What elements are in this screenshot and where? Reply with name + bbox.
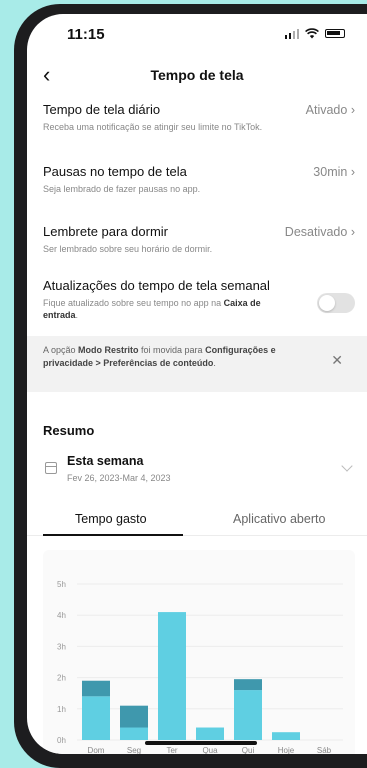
setting-screen-time-breaks[interactable]: Pausas no tempo de tela 30min › Seja lem… [43,164,355,195]
x-tick-label: Qui [242,746,255,754]
nav-bar: ‹ Tempo de tela [27,64,367,92]
setting-label: Pausas no tempo de tela [43,164,187,179]
setting-value: Desativado › [284,224,355,239]
y-tick-label: 0h [57,736,66,745]
y-tick-label: 3h [57,642,66,651]
signal-icon [284,28,299,39]
bar-segment [120,727,148,740]
notice-text: A opção Modo Restrito foi movida para Co… [43,345,276,368]
y-tick-label: 5h [57,580,66,589]
chevron-right-icon: › [350,224,355,239]
week-title: Esta semana [67,454,144,468]
screen: 11:15 ‹ Tempo de tela Tempo de tela diár… [27,14,367,754]
y-tick-label: 2h [57,674,66,683]
page-title: Tempo de tela [150,67,244,83]
weekly-updates-toggle[interactable] [317,293,355,313]
status-icons [284,28,345,39]
usage-chart-svg: 0h 1h 2h 3h 4h 5h Dom Seg Ter Qua Qui Hoje Sáb [57,580,343,754]
x-tick-label: Ter [166,746,177,754]
x-tick-label: Hoje [278,746,295,754]
tab-app-opened[interactable]: Aplicativo aberto [233,512,325,526]
x-tick-label: Qua [202,746,218,754]
chevron-right-icon: › [350,164,355,179]
setting-label: Tempo de tela diário [43,102,161,117]
status-bar: 11:15 [27,14,367,58]
week-range: Fev 26, 2023-Mar 4, 2023 [67,473,171,483]
setting-description: Ser lembrado sobre seu horário de dormir… [43,244,213,254]
setting-label: Atualizações do tempo de tela semanal [43,278,270,293]
x-tick-label: Dom [88,746,105,754]
y-tick-label: 1h [57,705,66,714]
setting-description: Receba uma notificação se atingir seu li… [43,122,263,132]
wifi-icon [305,28,319,39]
close-icon[interactable]: ✕ [331,352,343,369]
status-time: 11:15 [67,26,105,43]
setting-sleep-reminder[interactable]: Lembrete para dormir Desativado › Ser le… [43,224,355,255]
summary-title: Resumo [43,423,95,438]
bar-segment [272,732,300,740]
chevron-right-icon: › [350,102,355,117]
battery-icon [325,29,345,38]
y-tick-label: 4h [57,611,66,620]
setting-label: Lembrete para dormir [43,224,168,239]
setting-weekly-updates: Atualizações do tempo de tela semanal Fi… [43,278,355,321]
home-indicator [145,741,257,745]
x-tick-label: Seg [127,746,141,754]
setting-description: Seja lembrado de fazer pausas no app. [43,184,201,194]
setting-daily-screen-time[interactable]: Tempo de tela diário Ativado › Receba um… [43,102,355,133]
setting-value: 30min › [313,164,355,179]
bar-segment-top [120,705,148,728]
restricted-mode-notice: A opção Modo Restrito foi movida para Co… [27,336,367,392]
tab-time-spent[interactable]: Tempo gasto [75,512,147,526]
setting-description: Fique atualizado sobre seu tempo no app … [43,298,261,320]
bar-segment [234,690,262,740]
calendar-icon [45,462,57,474]
bar-segment-top [82,680,110,697]
summary-tabs: Tempo gasto Aplicativo aberto [27,506,367,536]
bar-segment [82,696,110,740]
usage-chart: 0h 1h 2h 3h 4h 5h Dom Seg Ter Qua Qui Hoje Sáb [43,550,355,754]
week-selector[interactable]: Esta semana Fev 26, 2023-Mar 4, 2023 [43,454,355,490]
x-tick-label: Sáb [317,746,332,754]
bar-segment-top [234,679,262,691]
chevron-down-icon [341,460,353,472]
bar-segment [158,612,186,740]
active-tab-indicator [43,534,183,536]
bar-segment [196,727,224,740]
setting-value: Ativado › [305,102,355,117]
